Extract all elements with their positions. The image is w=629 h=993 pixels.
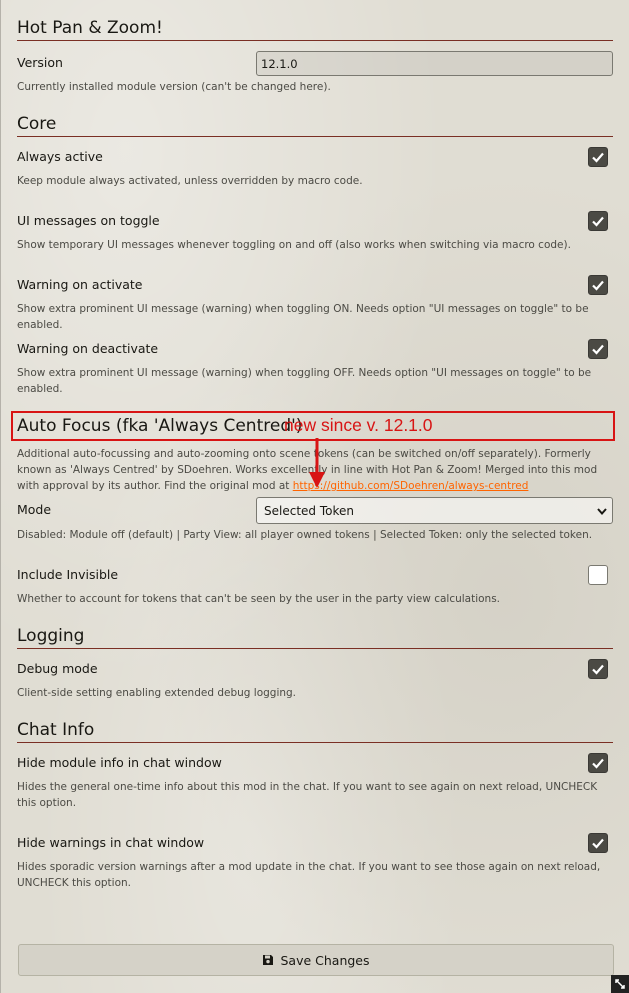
hide-warnings-checkbox[interactable] [588, 833, 608, 853]
warning-deactivate-label: Warning on deactivate [17, 341, 159, 356]
original-mod-link[interactable]: https://github.com/SDoehren/always-centr… [293, 480, 529, 492]
chevron-down-icon [597, 508, 607, 516]
check-icon [592, 664, 604, 675]
version-label: Version [17, 55, 63, 70]
always-active-hint: Keep module always activated, unless ove… [17, 175, 363, 187]
include-invisible-label: Include Invisible [17, 567, 119, 582]
section-logging-title: Logging [17, 626, 613, 649]
include-invisible-hint: Whether to account for tokens that can't… [17, 593, 501, 605]
warning-activate-checkbox[interactable] [588, 275, 608, 295]
module-title: Hot Pan & Zoom! [17, 18, 613, 41]
save-changes-button[interactable]: Save Changes [18, 944, 614, 976]
warning-activate-hint: Show extra prominent UI message (warning… [17, 303, 589, 331]
hide-warnings-hint: Hides sporadic version warnings after a … [17, 861, 601, 889]
check-icon [592, 758, 604, 769]
mode-select[interactable]: Selected Token [256, 497, 613, 524]
version-hint: Currently installed module version (can'… [17, 81, 331, 93]
always-active-label: Always active [17, 149, 103, 164]
mode-select-value: Selected Token [264, 504, 354, 518]
resize-handle[interactable] [611, 975, 629, 993]
section-chat-info-title: Chat Info [17, 720, 613, 743]
hide-info-label: Hide module info in chat window [17, 755, 222, 770]
always-active-checkbox[interactable] [588, 147, 608, 167]
save-changes-label: Save Changes [280, 952, 370, 968]
check-icon [592, 216, 604, 227]
version-field[interactable]: 12.1.0 [256, 51, 613, 76]
check-icon [592, 280, 604, 291]
annotation-new-since: new since v. 12.1.0 [284, 415, 433, 435]
ui-messages-checkbox[interactable] [588, 211, 608, 231]
check-icon [592, 838, 604, 849]
check-icon [592, 152, 604, 163]
annotation-arrow-icon [309, 438, 325, 488]
debug-mode-label: Debug mode [17, 661, 98, 676]
include-invisible-checkbox[interactable] [588, 565, 608, 585]
debug-mode-checkbox[interactable] [588, 659, 608, 679]
section-core-title: Core [17, 114, 613, 137]
warning-deactivate-checkbox[interactable] [588, 339, 608, 359]
window-edge [0, 0, 1, 993]
ui-messages-hint: Show temporary UI messages whenever togg… [17, 239, 571, 251]
hide-info-hint: Hides the general one-time info about th… [17, 781, 598, 809]
check-icon [592, 344, 604, 355]
ui-messages-label: UI messages on toggle [17, 213, 160, 228]
mode-hint: Disabled: Module off (default) | Party V… [17, 529, 593, 541]
warning-activate-label: Warning on activate [17, 277, 143, 292]
resize-icon [615, 979, 625, 989]
hide-warnings-label: Hide warnings in chat window [17, 835, 205, 850]
debug-mode-hint: Client-side setting enabling extended de… [17, 687, 297, 699]
hide-info-checkbox[interactable] [588, 753, 608, 773]
warning-deactivate-hint: Show extra prominent UI message (warning… [17, 367, 592, 395]
save-icon [263, 955, 274, 965]
mode-label: Mode [17, 502, 52, 517]
